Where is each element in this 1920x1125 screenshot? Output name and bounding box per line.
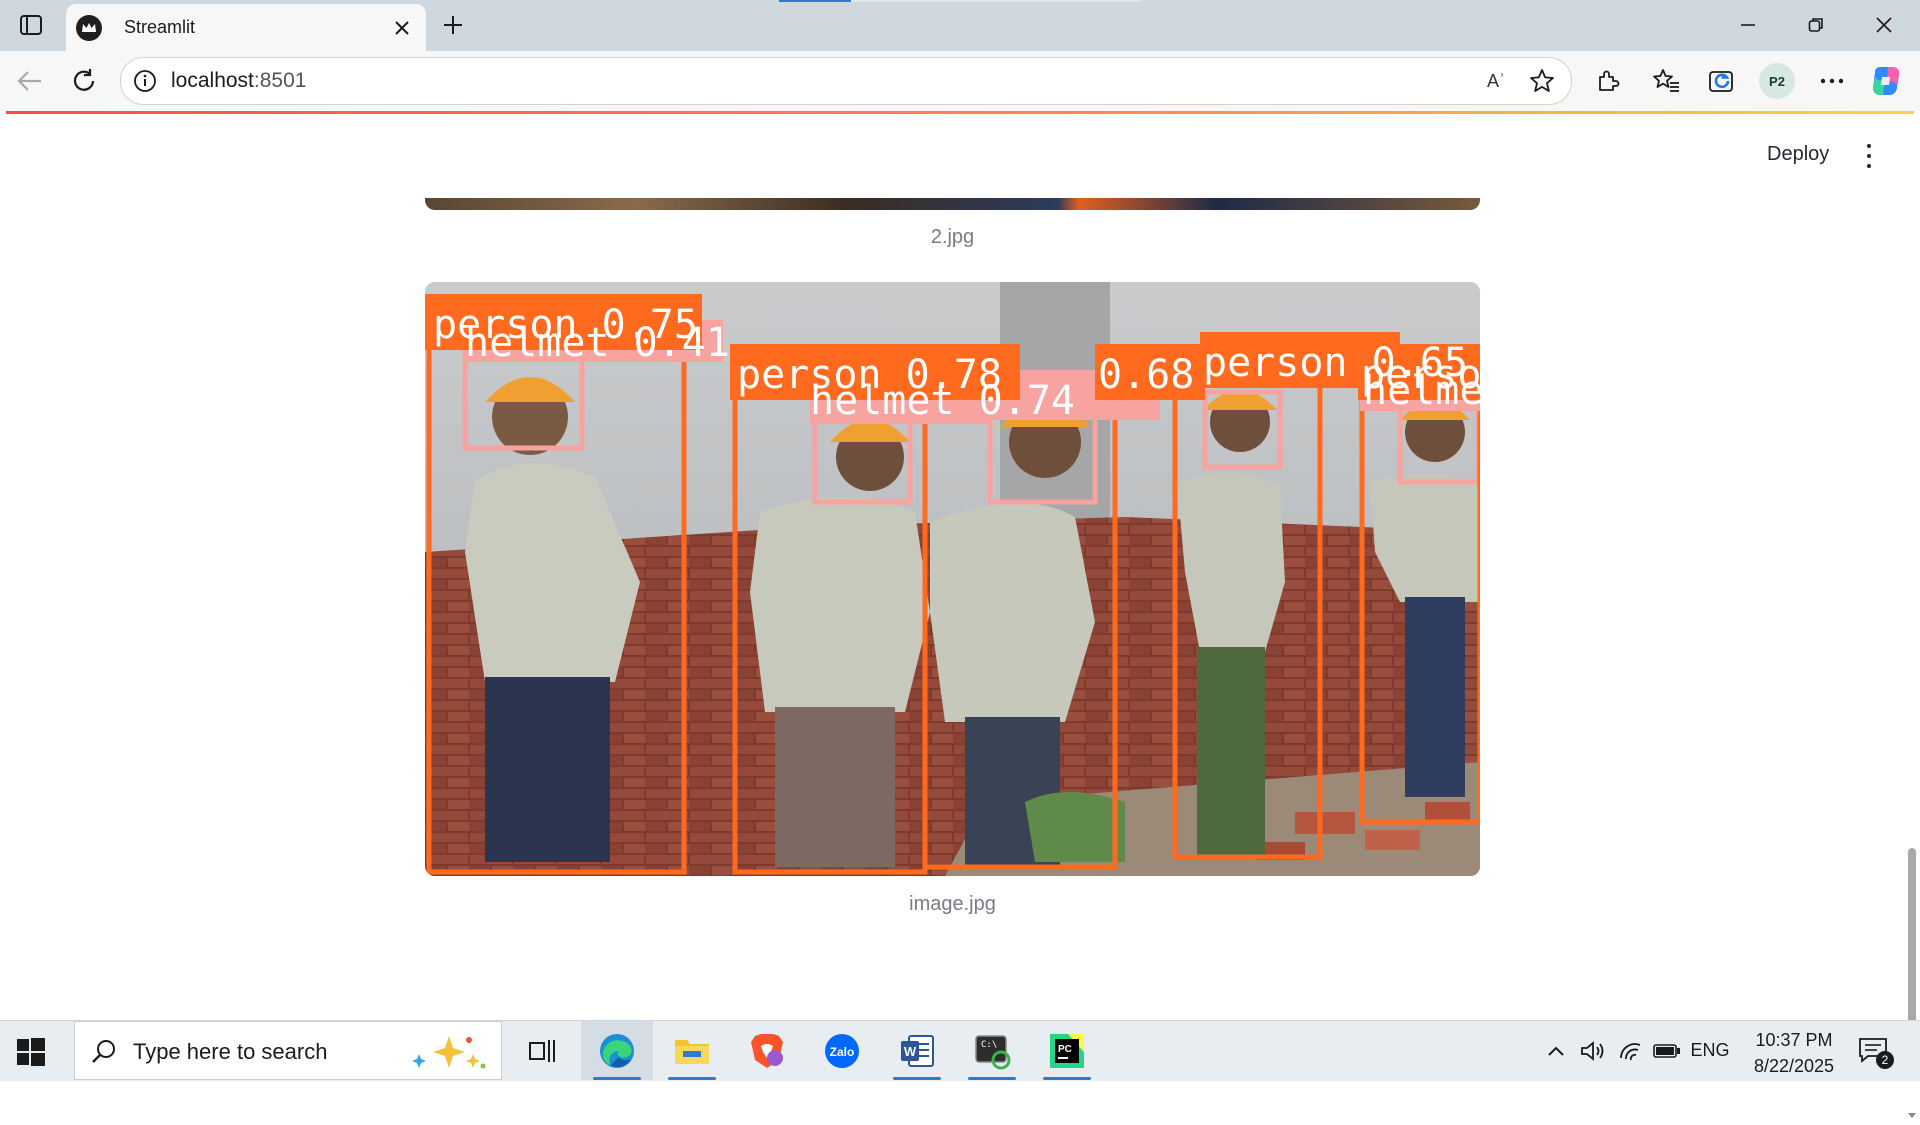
address-bar[interactable]: localhost:8501 Aʾ bbox=[120, 57, 1572, 105]
restore-icon[interactable] bbox=[1792, 6, 1840, 44]
notification-count-badge: 2 bbox=[1876, 1051, 1894, 1069]
battery-icon[interactable] bbox=[1650, 1021, 1684, 1080]
search-placeholder: Type here to search bbox=[133, 1039, 328, 1064]
image-caption-2: 2.jpg bbox=[930, 226, 975, 248]
back-arrow-icon[interactable] bbox=[12, 63, 48, 99]
svg-text:C:\: C:\ bbox=[981, 1040, 997, 1050]
minimize-icon[interactable] bbox=[1724, 6, 1772, 44]
detection-label: 0.68 bbox=[1098, 352, 1194, 398]
input-language-indicator[interactable]: ENG bbox=[1688, 1021, 1732, 1080]
tab-actions-icon[interactable] bbox=[18, 12, 44, 38]
detection-label: person 0.78 bbox=[737, 352, 1002, 398]
detection-label: person 0.75 bbox=[433, 302, 698, 348]
file-explorer-icon[interactable] bbox=[656, 1021, 728, 1080]
refresh-icon[interactable] bbox=[66, 63, 102, 99]
brave-browser-icon[interactable] bbox=[731, 1021, 803, 1080]
windows-taskbar: Type here to search Zalo W C:\ PC ENG 10… bbox=[0, 1020, 1920, 1081]
show-hidden-icons-chevron-icon[interactable] bbox=[1542, 1021, 1570, 1080]
read-aloud-label: Aʾ bbox=[1487, 70, 1505, 91]
search-icon bbox=[91, 1038, 117, 1064]
deploy-button[interactable]: Deploy bbox=[1761, 142, 1835, 167]
extensions-icon[interactable] bbox=[1590, 63, 1626, 99]
browser-toolbar: localhost:8501 Aʾ bbox=[0, 51, 1920, 111]
profile-avatar[interactable]: P2 bbox=[1759, 63, 1795, 99]
collections-icon[interactable] bbox=[1704, 63, 1740, 99]
svg-text:W: W bbox=[904, 1044, 917, 1059]
clock-time: 10:37 PM bbox=[1755, 1030, 1833, 1050]
site-info-icon[interactable] bbox=[133, 69, 157, 93]
more-options-icon[interactable] bbox=[1814, 63, 1850, 99]
image-caption-image: image.jpg bbox=[909, 893, 996, 915]
favorites-icon[interactable] bbox=[1648, 63, 1684, 99]
zalo-icon[interactable]: Zalo bbox=[806, 1021, 878, 1080]
image-2-bottom-edge bbox=[425, 198, 1480, 210]
pycharm-icon[interactable]: PC bbox=[1031, 1021, 1103, 1080]
window-close-icon[interactable] bbox=[1860, 6, 1908, 44]
tab-loading-indicator bbox=[779, 0, 1141, 2]
tab-streamlit[interactable]: Streamlit bbox=[66, 4, 426, 51]
url-port: :8501 bbox=[253, 69, 307, 92]
search-highlights-icon bbox=[407, 1032, 487, 1072]
tab-title: Streamlit bbox=[124, 17, 196, 37]
close-tab-icon[interactable] bbox=[390, 16, 414, 40]
taskbar-search-box[interactable]: Type here to search bbox=[74, 1021, 502, 1080]
wifi-icon[interactable] bbox=[1614, 1021, 1648, 1080]
detection-result-image: helmet 0.41 person 0.75 helmet 0.74 pers… bbox=[425, 282, 1480, 876]
url-host: localhost bbox=[171, 69, 254, 92]
windows-start-icon[interactable] bbox=[14, 1035, 48, 1069]
notification-center-icon[interactable]: 2 bbox=[1858, 1037, 1894, 1069]
main-menu-icon[interactable] bbox=[1859, 144, 1879, 168]
browser-tab-bar: Streamlit bbox=[0, 0, 1920, 51]
svg-text:Zalo: Zalo bbox=[830, 1045, 855, 1059]
detection-label: perso bbox=[1361, 352, 1480, 398]
url-text[interactable]: localhost:8501 bbox=[171, 69, 306, 93]
streamlit-app: Deploy 2.jpg helmet 0.41 person 0.75 hel… bbox=[6, 114, 1916, 1118]
copilot-icon[interactable] bbox=[1869, 64, 1903, 98]
streamlit-crown-icon bbox=[76, 14, 102, 41]
svg-text:PC: PC bbox=[1058, 1044, 1072, 1055]
task-view-icon[interactable] bbox=[506, 1021, 578, 1080]
language-text: ENG bbox=[1690, 1040, 1730, 1060]
scroll-down-arrow-icon[interactable] bbox=[1906, 1106, 1918, 1118]
clock-date: 8/22/2025 bbox=[1753, 1056, 1835, 1076]
read-aloud-icon[interactable]: Aʾ bbox=[1481, 66, 1511, 96]
terminal-icon[interactable]: C:\ bbox=[956, 1021, 1028, 1080]
new-tab-icon[interactable] bbox=[438, 10, 468, 40]
edge-taskbar-icon[interactable] bbox=[581, 1021, 653, 1080]
favorite-star-icon[interactable] bbox=[1527, 66, 1557, 96]
word-icon[interactable]: W bbox=[881, 1021, 953, 1080]
taskbar-clock[interactable]: 10:37 PM 8/22/2025 bbox=[1738, 1027, 1850, 1079]
volume-icon[interactable] bbox=[1576, 1021, 1610, 1080]
